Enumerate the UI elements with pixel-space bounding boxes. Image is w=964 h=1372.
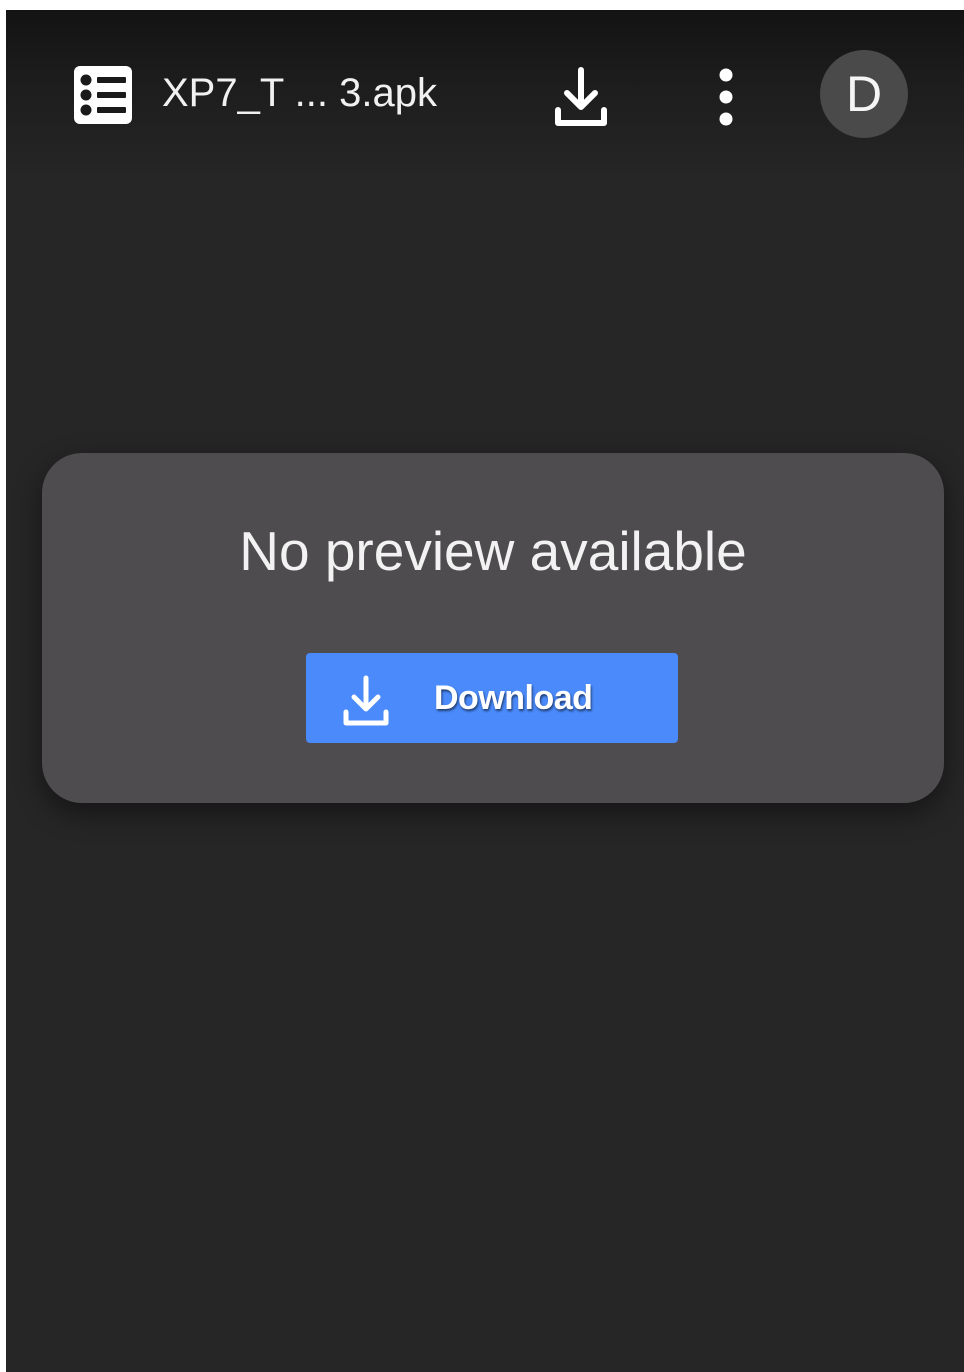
download-button-label: Download	[434, 679, 593, 717]
file-name: XP7_T ... 3.apk	[162, 71, 437, 115]
more-vertical-icon	[719, 68, 733, 126]
download-icon	[340, 675, 392, 727]
account-avatar[interactable]: D	[820, 50, 908, 138]
file-list-icon	[74, 66, 132, 124]
no-preview-card: No preview available Download	[42, 453, 944, 803]
file-viewer: XP7_T ... 3.apk D No preview available D…	[6, 10, 964, 1372]
download-button[interactable]: Download	[306, 653, 678, 743]
more-options-button[interactable]	[706, 66, 746, 128]
no-preview-message: No preview available	[239, 520, 747, 582]
top-bar: XP7_T ... 3.apk D	[6, 10, 964, 178]
header-download-button[interactable]	[550, 64, 612, 130]
download-icon	[555, 67, 607, 126]
